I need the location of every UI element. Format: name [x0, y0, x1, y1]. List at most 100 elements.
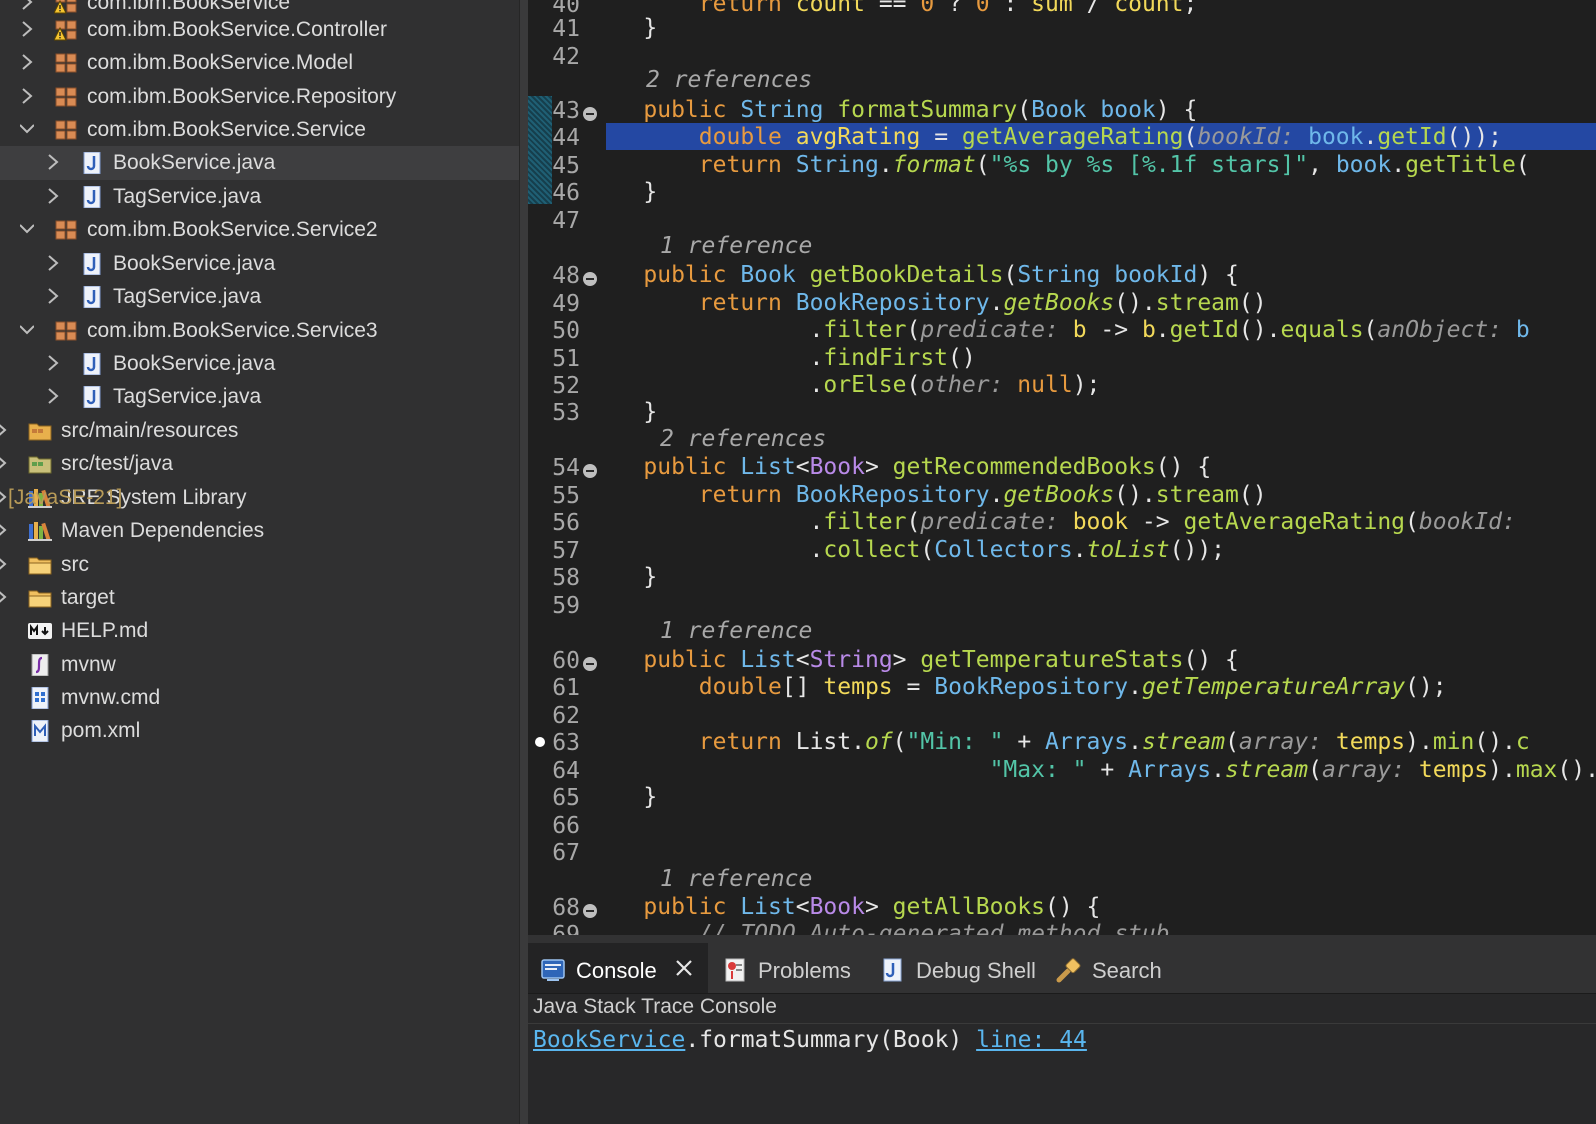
- console-icon: [540, 957, 566, 983]
- markdown-file-icon: [28, 620, 52, 642]
- code-line[interactable]: 64 "Max: " + Arrays.stream(array: temps)…: [528, 756, 1596, 784]
- code-line[interactable]: 44 double avgRating = getAverageRating(b…: [528, 123, 1596, 151]
- tab-debug-shell[interactable]: Debug Shell: [868, 943, 1038, 993]
- code-line[interactable]: 69 // TODO Auto-generated method stub: [528, 920, 1596, 935]
- chevron-right-icon[interactable]: [46, 354, 60, 372]
- tree-item[interactable]: mvnw.cmd: [0, 681, 519, 715]
- code-line[interactable]: 57 .collect(Collectors.toList());: [528, 536, 1596, 564]
- code-line[interactable]: 66: [528, 811, 1596, 839]
- tree-item[interactable]: src/main/resources: [0, 414, 519, 448]
- line-number: 41: [552, 16, 580, 42]
- tree-item[interactable]: com.ibm.BookService.Service2: [0, 213, 519, 247]
- code-lens-references[interactable]: 1 reference: [660, 866, 812, 892]
- code-line[interactable]: 63 return List.of("Min: " + Arrays.strea…: [528, 728, 1596, 756]
- code-line[interactable]: 56 .filter(predicate: book -> getAverage…: [528, 508, 1596, 536]
- tree-item-label: src/test/java: [61, 452, 174, 475]
- code-token: >: [864, 454, 893, 480]
- chevron-right-icon[interactable]: [46, 287, 60, 305]
- code-line[interactable]: 50 .filter(predicate: b -> b.getId().equ…: [528, 316, 1596, 344]
- line-link[interactable]: line: 44: [976, 1027, 1087, 1053]
- code-line[interactable]: 48 public Book getBookDetails(String boo…: [528, 261, 1596, 289]
- tree-item-label: pom.xml: [61, 719, 141, 742]
- tree-item[interactable]: BookService.java: [0, 247, 519, 281]
- source-folder-icon: [28, 420, 52, 442]
- code-line[interactable]: 46 }: [528, 178, 1596, 206]
- tree-item[interactable]: BookService.java: [0, 146, 519, 180]
- code-line[interactable]: 53 }: [528, 398, 1596, 426]
- chevron-right-icon[interactable]: [46, 387, 60, 405]
- tree-item[interactable]: src/test/java: [0, 447, 519, 481]
- tab-problems[interactable]: Problems: [710, 943, 860, 993]
- chevron-right-icon[interactable]: [20, 87, 34, 105]
- code-line[interactable]: 68 public List<Book> getAllBooks() {: [528, 893, 1596, 921]
- chevron-right-icon[interactable]: [46, 153, 60, 171]
- code-lens-references[interactable]: 2 references: [646, 67, 812, 93]
- tree-item[interactable]: TagService.java: [0, 380, 519, 414]
- chevron-right-icon[interactable]: [0, 555, 8, 573]
- code-line[interactable]: 43 public String formatSummary(Book book…: [528, 96, 1596, 124]
- code-token: double: [588, 124, 796, 150]
- tree-item[interactable]: pom.xml: [0, 714, 519, 748]
- chevron-down-icon[interactable]: [19, 220, 35, 238]
- tree-item[interactable]: src: [0, 548, 519, 582]
- breakpoint-icon[interactable]: [535, 737, 545, 747]
- code-line[interactable]: 49 return BookRepository.getBooks().stre…: [528, 289, 1596, 317]
- code-line[interactable]: 51 .findFirst(): [528, 344, 1596, 372]
- code-text: // TODO Auto-generated method stub: [588, 921, 1170, 935]
- java-editor[interactable]: 2 references 1 reference 2 references 1 ref…: [528, 0, 1596, 935]
- chevron-right-icon[interactable]: [20, 0, 34, 11]
- code-line[interactable]: 62: [528, 701, 1596, 729]
- chevron-down-icon[interactable]: [19, 321, 35, 339]
- code-lens-references[interactable]: 2 references: [660, 426, 826, 452]
- tree-item[interactable]: TagService.java: [0, 180, 519, 214]
- tree-item[interactable]: com.ibm.BookService.Service3: [0, 314, 519, 348]
- tree-item[interactable]: com.ibm.BookService.Repository: [0, 80, 519, 114]
- code-line[interactable]: 58 }: [528, 563, 1596, 591]
- code-line[interactable]: 42: [528, 42, 1596, 70]
- chevron-right-icon[interactable]: [0, 454, 8, 472]
- tree-item[interactable]: target: [0, 581, 519, 615]
- tree-item[interactable]: JRE System Library [JavaSE-21]: [0, 481, 519, 515]
- code-line[interactable]: 67: [528, 838, 1596, 866]
- code-text: public List<String> getTemperatureStats(…: [588, 647, 1239, 673]
- tree-item[interactable]: TagService.java: [0, 280, 519, 314]
- sash-divider[interactable]: [519, 0, 528, 1124]
- tree-item-label: TagService.java: [113, 285, 262, 308]
- code-line[interactable]: 59: [528, 591, 1596, 619]
- code-line[interactable]: 41 }: [528, 14, 1596, 42]
- code-lens-references[interactable]: 1 reference: [660, 233, 812, 259]
- code-token: .: [989, 482, 1004, 508]
- code-line[interactable]: 61 double[] temps = BookRepository.getTe…: [528, 673, 1596, 701]
- code-token: () {: [1183, 647, 1239, 673]
- tree-item[interactable]: Maven Dependencies: [0, 514, 519, 548]
- tree-item[interactable]: HELP.md: [0, 614, 519, 648]
- close-icon[interactable]: [674, 958, 694, 978]
- code-lens-references[interactable]: 1 reference: [660, 618, 812, 644]
- chevron-right-icon[interactable]: [0, 488, 8, 506]
- chevron-right-icon[interactable]: [46, 187, 60, 205]
- class-link[interactable]: BookService: [533, 1027, 685, 1053]
- code-line[interactable]: 65 }: [528, 783, 1596, 811]
- code-line[interactable]: 45 return String.format("%s by %s [%.1f …: [528, 151, 1596, 179]
- tree-item[interactable]: com.ibm.BookService.Service: [0, 113, 519, 147]
- tree-item[interactable]: com.ibm.BookService.Controller: [0, 13, 519, 47]
- chevron-right-icon[interactable]: [0, 521, 8, 539]
- chevron-right-icon[interactable]: [46, 254, 60, 272]
- code-line[interactable]: 55 return BookRepository.getBooks().stre…: [528, 481, 1596, 509]
- tree-item[interactable]: BookService.java: [0, 347, 519, 381]
- tree-item[interactable]: mvnw: [0, 648, 519, 682]
- tab-console[interactable]: Console: [528, 943, 708, 993]
- tab-search[interactable]: Search: [1044, 943, 1174, 993]
- chevron-right-icon[interactable]: [20, 53, 34, 71]
- tree-item[interactable]: com.ibm.BookService.Model: [0, 46, 519, 80]
- code-line[interactable]: 52 .orElse(other: null);: [528, 371, 1596, 399]
- code-line[interactable]: 47: [528, 206, 1596, 234]
- chevron-right-icon[interactable]: [20, 20, 34, 38]
- chevron-right-icon[interactable]: [0, 588, 8, 606]
- code-line[interactable]: 60 public List<String> getTemperatureSta…: [528, 646, 1596, 674]
- code-line[interactable]: 54 public List<Book> getRecommendedBooks…: [528, 453, 1596, 481]
- code-token: max: [1515, 757, 1558, 783]
- chevron-down-icon[interactable]: [19, 120, 35, 138]
- chevron-right-icon[interactable]: [0, 421, 8, 439]
- tree-item-label: src/main/resources: [61, 419, 239, 442]
